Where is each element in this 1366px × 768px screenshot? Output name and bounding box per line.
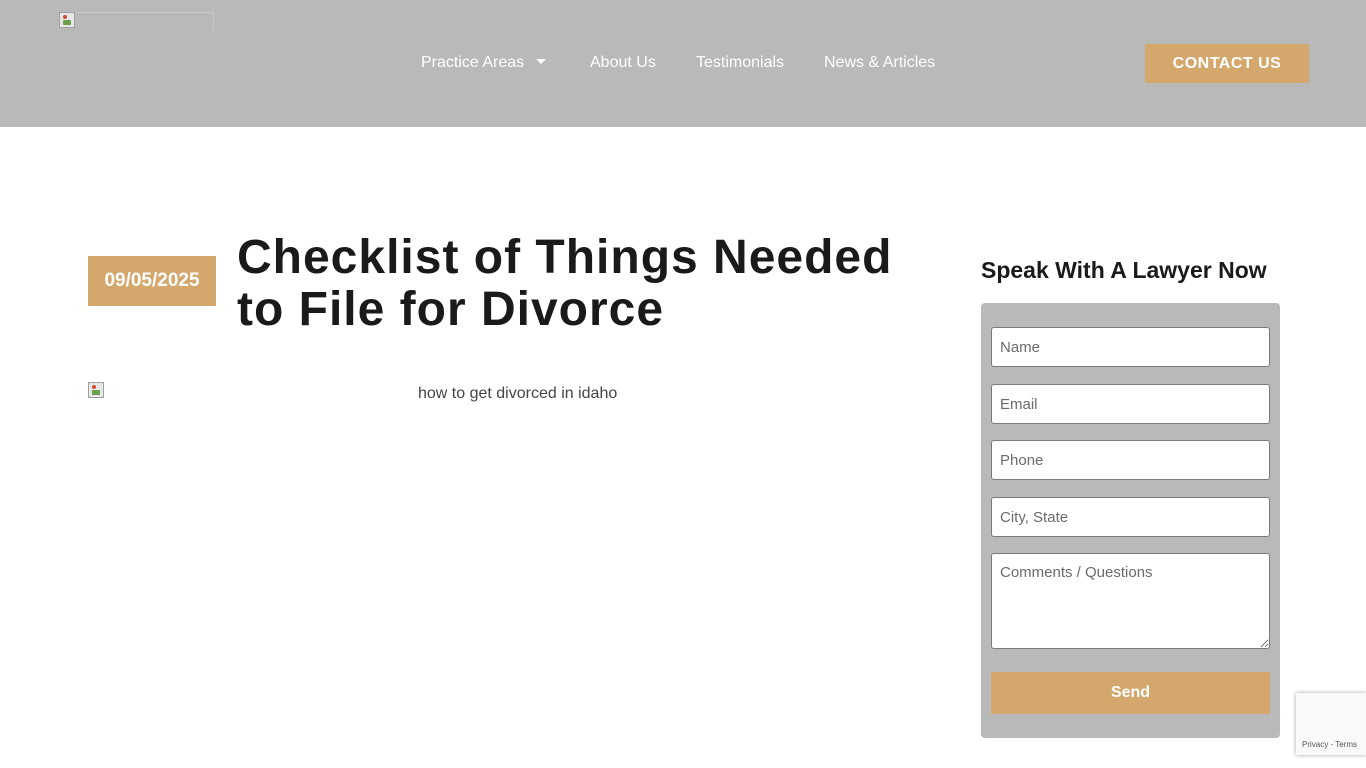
contact-form: Send: [981, 303, 1280, 738]
logo-frame: [76, 12, 214, 30]
phone-field[interactable]: [991, 440, 1270, 480]
nav-testimonials[interactable]: Testimonials: [696, 52, 784, 74]
nav-news-articles[interactable]: News & Articles: [824, 52, 935, 74]
image-alt-text: how to get divorced in idaho: [418, 385, 618, 402]
recaptcha-links: Privacy - Terms: [1302, 740, 1357, 749]
recaptcha-badge[interactable]: Privacy - Terms: [1296, 693, 1366, 755]
nav-practice-areas[interactable]: Practice Areas: [421, 52, 547, 74]
site-header: Practice Areas About Us Testimonials New…: [0, 0, 1366, 127]
sidebar-form-title: Speak With A Lawyer Now: [981, 257, 1267, 283]
name-field[interactable]: [991, 327, 1270, 367]
terms-link[interactable]: Terms: [1335, 740, 1357, 749]
post-date-badge: 09/05/2025: [88, 256, 216, 306]
nav-practice-areas-label: Practice Areas: [421, 54, 525, 71]
link-separator: -: [1330, 740, 1334, 749]
chevron-down-icon[interactable]: [536, 59, 547, 65]
privacy-link[interactable]: Privacy: [1302, 740, 1328, 749]
email-field[interactable]: [991, 384, 1270, 424]
send-button[interactable]: Send: [991, 672, 1270, 714]
article-featured-image: how to get divorced in idaho: [88, 382, 946, 412]
city-state-field[interactable]: [991, 497, 1270, 537]
broken-image-icon: [88, 382, 104, 398]
site-logo[interactable]: [59, 12, 214, 30]
nav-about-us[interactable]: About Us: [590, 52, 656, 74]
broken-image-icon: [59, 12, 75, 28]
comments-field[interactable]: [991, 553, 1270, 649]
contact-us-button[interactable]: CONTACT US: [1145, 44, 1309, 83]
article-title: Checklist of Things Needed to File for D…: [237, 231, 893, 336]
